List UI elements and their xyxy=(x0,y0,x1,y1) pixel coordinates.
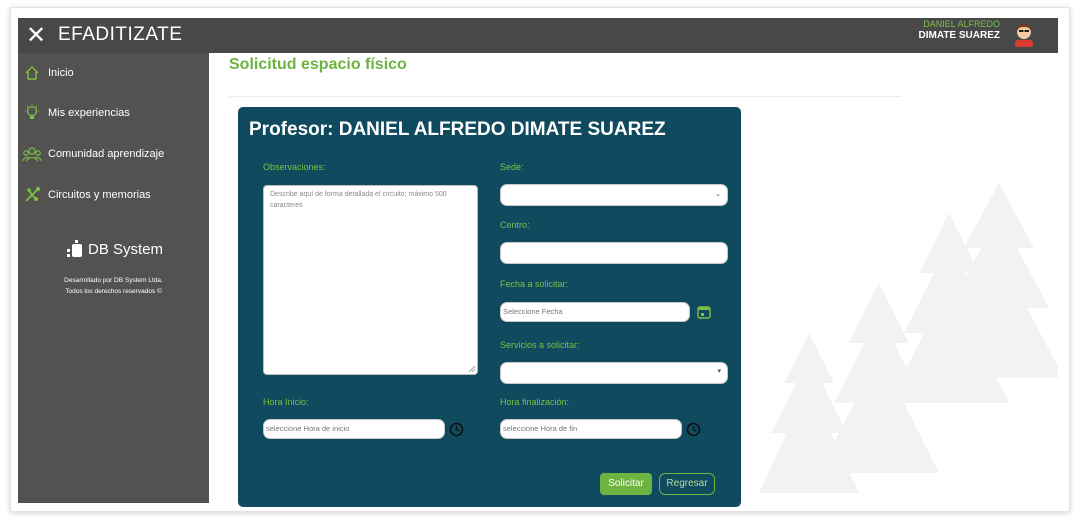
db-system-brand: DB System xyxy=(88,240,164,258)
db-system-logo: DB System xyxy=(66,237,176,261)
lightbulb-icon xyxy=(20,103,44,123)
servicios-select[interactable]: ▾ xyxy=(500,362,728,384)
sidebar-item-comunidad[interactable]: Comunidad aprendizaje xyxy=(18,142,209,166)
hora-fin-placeholder: seleccione Hora de fin xyxy=(503,424,578,433)
home-icon xyxy=(20,63,44,83)
app-title: EFADITIZATE xyxy=(58,24,183,45)
solicitar-button[interactable]: Solicitar xyxy=(600,473,652,495)
community-icon xyxy=(20,144,44,164)
regresar-button[interactable]: Regresar xyxy=(659,473,715,495)
footer-credits: Desarrollado por DB System Ltda. Todos l… xyxy=(18,275,209,297)
servicios-label: Servicios a solicitar: xyxy=(500,340,580,350)
sidebar-item-label: Inicio xyxy=(48,67,74,79)
centro-input[interactable] xyxy=(500,242,728,264)
observaciones-placeholder: Describe aquí de forma detallada el circ… xyxy=(270,191,447,209)
sede-label: Sede: xyxy=(500,162,524,172)
sidebar-item-inicio[interactable]: Inicio xyxy=(18,61,209,85)
calendar-icon[interactable] xyxy=(697,305,711,319)
credits-line-2: Todos los derechos reservados © xyxy=(65,288,162,295)
observaciones-textarea[interactable]: Describe aquí de forma detallada el circ… xyxy=(263,185,478,375)
chevron-down-icon: ⌄ xyxy=(715,190,721,198)
top-bar: ✕ EFADITIZATE DANIEL ALFREDO DIMATE SUAR… xyxy=(18,18,1058,53)
caret-down-icon: ▾ xyxy=(717,367,721,375)
clock-icon[interactable] xyxy=(449,422,464,437)
sidebar-item-label: Comunidad aprendizaje xyxy=(48,148,165,160)
sidebar-item-label: Circuitos y memorias xyxy=(48,189,151,201)
observaciones-label: Observaciones: xyxy=(263,162,326,172)
fecha-placeholder: Seleccione Fecha xyxy=(503,307,563,316)
sidebar-item-circuitos[interactable]: Circuitos y memorias xyxy=(18,183,209,207)
page-title: Solicitud espacio físico xyxy=(229,56,407,73)
user-first-name: DANIEL ALFREDO xyxy=(923,19,1000,29)
fecha-input[interactable]: Seleccione Fecha xyxy=(500,302,690,322)
hora-inicio-input[interactable]: seleccione Hora de inicio xyxy=(263,419,445,439)
background-trees xyxy=(759,183,1058,493)
fecha-label: Fecha a solicitar: xyxy=(500,279,569,289)
form-heading: Profesor: DANIEL ALFREDO DIMATE SUAREZ xyxy=(249,119,666,140)
avatar[interactable] xyxy=(1010,20,1038,48)
circuit-icon xyxy=(20,185,44,205)
credits-line-1: Desarrollado por DB System Ltda. xyxy=(64,277,163,284)
user-name: DANIEL ALFREDO DIMATE SUAREZ xyxy=(919,18,1000,42)
clock-icon[interactable] xyxy=(686,422,701,437)
centro-label: Centro: xyxy=(500,220,530,230)
close-icon[interactable]: ✕ xyxy=(26,21,46,49)
hora-fin-label: Hora finalización: xyxy=(500,397,570,407)
hora-inicio-placeholder: seleccione Hora de inicio xyxy=(266,424,350,433)
main-content: Solicitud espacio físico Profesor: DANIE… xyxy=(209,53,1058,507)
user-last-name: DIMATE SUAREZ xyxy=(918,30,1000,41)
hora-inicio-label: Hora Inicio: xyxy=(263,397,309,407)
title-divider xyxy=(229,96,901,97)
resize-handle-icon[interactable] xyxy=(469,366,475,372)
sidebar-item-mis-experiencias[interactable]: Mis experiencias xyxy=(18,101,209,125)
sidebar-item-label: Mis experiencias xyxy=(48,107,130,119)
db-system-logo-mark xyxy=(67,240,82,257)
sidebar: Inicio Mis experiencias Comunidad aprend… xyxy=(18,53,209,503)
request-form-card: Profesor: DANIEL ALFREDO DIMATE SUAREZ O… xyxy=(238,107,741,507)
sede-select[interactable]: ⌄ xyxy=(500,184,728,206)
hora-fin-input[interactable]: seleccione Hora de fin xyxy=(500,419,682,439)
